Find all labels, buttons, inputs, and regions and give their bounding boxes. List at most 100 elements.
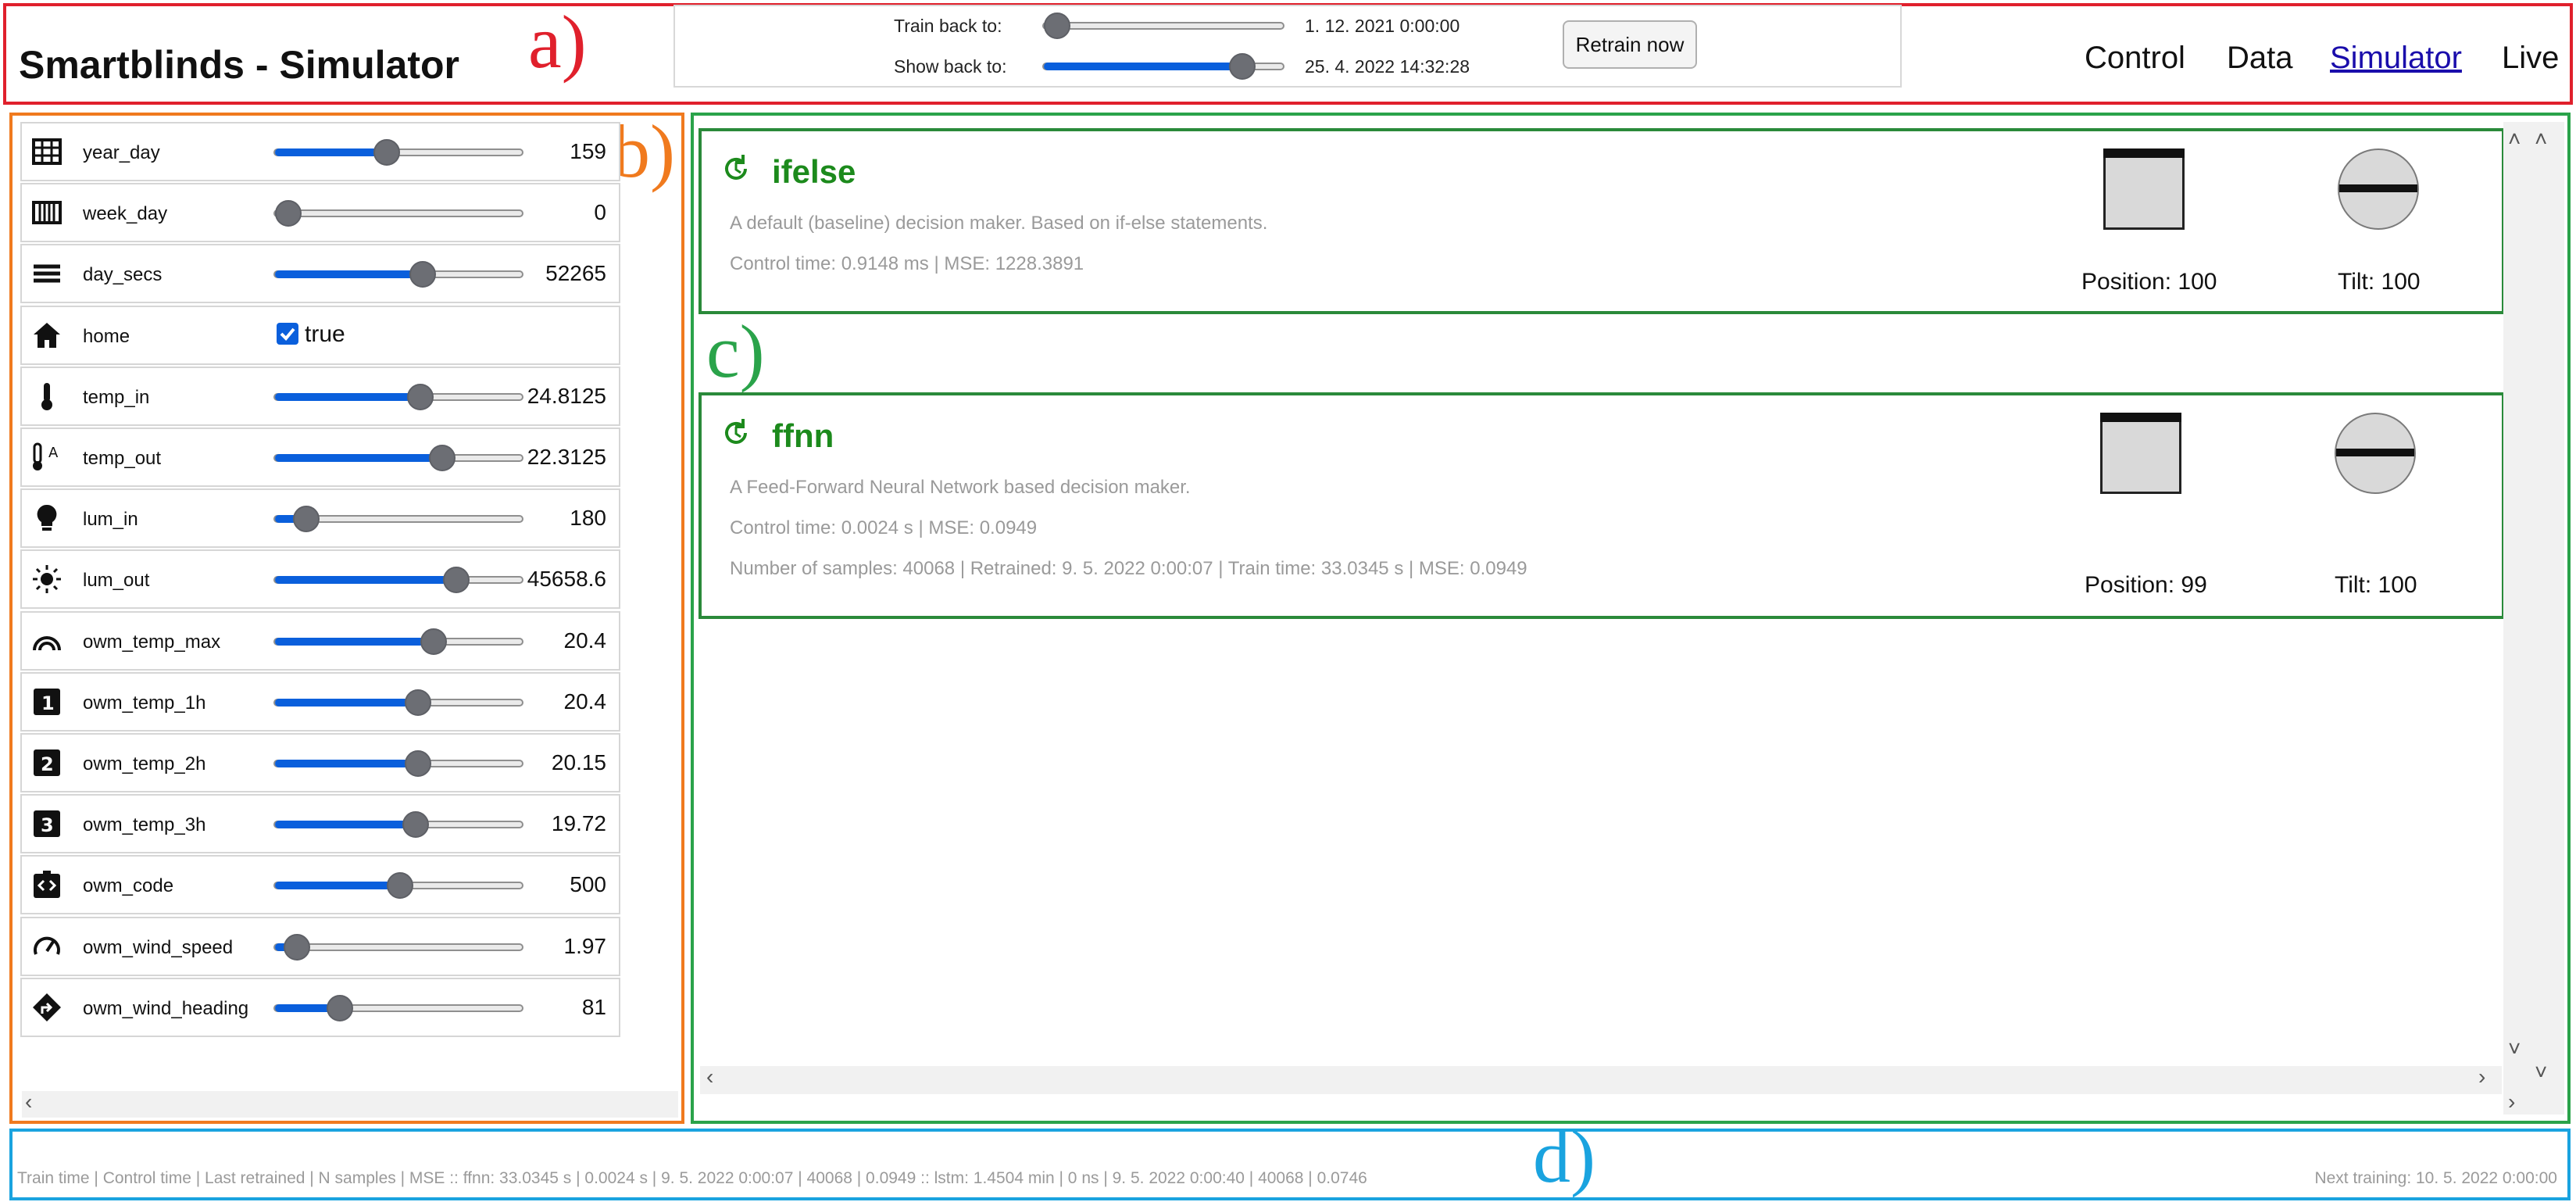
input-slider-thumb[interactable] (373, 139, 400, 166)
scroll-right-arrow-icon[interactable]: › (2508, 1089, 2515, 1114)
input-name: home (83, 326, 130, 347)
input-slider-fill (275, 576, 456, 584)
blind-position-bar (2103, 148, 2185, 158)
reload-icon[interactable] (719, 152, 753, 186)
input-slider-thumb[interactable] (284, 934, 311, 961)
input-slider-fill (275, 393, 420, 401)
annotation-b: b) (613, 109, 675, 193)
input-row-owm-wind-heading: owm_wind_heading 81 (20, 978, 620, 1037)
input-slider[interactable] (273, 261, 523, 288)
input-slider[interactable] (273, 628, 523, 655)
svg-text:2: 2 (41, 753, 54, 775)
input-row-owm-temp-max: owm_temp_max 20.4 (20, 611, 620, 671)
input-row-owm-temp-3h: 3 owm_temp_3h 19.72 (20, 794, 620, 853)
input-slider-fill (275, 882, 400, 889)
scroll-down-arrow-icon[interactable]: ˅ (2535, 1060, 2547, 1085)
scroll-right-arrow-icon[interactable]: › (2478, 1064, 2485, 1089)
input-slider-thumb[interactable] (404, 750, 431, 777)
input-value: 24.8125 (527, 384, 606, 408)
inputs-horizontal-scrollbar[interactable]: ‹ (22, 1089, 678, 1118)
input-slider-thumb[interactable] (429, 445, 456, 471)
input-slider[interactable] (273, 689, 523, 716)
scroll-up-arrow-icon[interactable]: ˄ (2535, 127, 2547, 152)
input-value: 45658.6 (527, 567, 606, 591)
train-back-slider[interactable] (1042, 13, 1284, 39)
input-value: 52265 (545, 261, 606, 285)
input-slider[interactable] (273, 139, 523, 166)
input-slider[interactable] (273, 567, 523, 593)
scroll-left-arrow-icon[interactable]: ‹ (706, 1064, 713, 1089)
input-value: 1.97 (563, 934, 607, 958)
input-slider[interactable] (273, 995, 523, 1021)
home-checkbox-label: true (305, 321, 345, 347)
scroll-up-arrow-icon[interactable]: ˄ (2508, 127, 2521, 152)
annotation-c: c) (706, 309, 765, 393)
input-slider-fill (275, 821, 416, 828)
input-slider-thumb[interactable] (387, 872, 413, 899)
thermometer-icon (30, 379, 64, 413)
input-slider[interactable] (273, 934, 523, 961)
input-slider[interactable] (273, 445, 523, 471)
input-row-owm-wind-speed: owm_wind_speed 1.97 (20, 917, 620, 976)
model-stats: Control time: 0.9148 ms | MSE: 1228.3891 (730, 253, 1084, 274)
arc-icon (30, 624, 64, 658)
number-1-icon: 1 (30, 685, 64, 719)
input-slider-thumb[interactable] (275, 200, 302, 227)
input-row-week-day: week_day 0 (20, 183, 620, 242)
input-row-owm-temp-2h: 2 owm_temp_2h 20.15 (20, 733, 620, 792)
annotation-d: d) (1533, 1114, 1595, 1198)
input-slider-fill (275, 638, 434, 646)
blind-tilt-bar (2339, 184, 2417, 192)
reload-icon[interactable] (719, 416, 753, 450)
input-row-lum-out: lum_out 45658.6 (20, 549, 620, 609)
input-slider-fill (275, 148, 387, 156)
time-control-panel: Train back to: 1. 12. 2021 0:00:00 Show … (673, 5, 1902, 88)
input-name: lum_in (83, 509, 138, 530)
nav-live[interactable]: Live (2502, 41, 2559, 76)
nav-data[interactable]: Data (2227, 41, 2293, 76)
blind-position-bar (2100, 413, 2181, 422)
input-name: temp_out (83, 448, 162, 469)
show-back-slider-thumb[interactable] (1229, 53, 1256, 80)
show-back-slider[interactable] (1042, 53, 1284, 80)
input-slider-thumb[interactable] (420, 628, 447, 655)
train-back-label: Train back to: (894, 16, 1002, 36)
input-slider[interactable] (273, 872, 523, 899)
nav-control[interactable]: Control (2085, 41, 2185, 76)
input-value: 500 (570, 872, 606, 896)
house-icon (30, 318, 64, 352)
scroll-left-arrow-icon[interactable]: ‹ (25, 1089, 32, 1114)
input-name: owm_wind_heading (83, 998, 249, 1019)
input-slider[interactable] (273, 384, 523, 410)
model-card-ffnn: ffnn A Feed-Forward Neural Network based… (698, 392, 2505, 619)
input-slider[interactable] (273, 506, 523, 532)
input-slider-thumb[interactable] (409, 261, 436, 288)
input-value: 22.3125 (527, 445, 606, 469)
input-row-home: home true (20, 306, 620, 365)
input-row-year-day: year_day 159 (20, 122, 620, 181)
input-slider-thumb[interactable] (292, 506, 320, 532)
input-slider-thumb[interactable] (406, 384, 434, 410)
show-back-label: Show back to: (894, 56, 1007, 77)
input-value: 19.72 (551, 811, 606, 835)
models-horizontal-scrollbar[interactable]: ‹ › (700, 1064, 2502, 1094)
tilt-label: Tilt: 100 (2335, 572, 2417, 598)
input-slider-thumb[interactable] (326, 995, 353, 1021)
input-slider-thumb[interactable] (404, 689, 431, 716)
input-value: 20.15 (551, 750, 606, 775)
input-slider-thumb[interactable] (402, 811, 430, 838)
input-slider[interactable] (273, 811, 523, 838)
input-slider-thumb[interactable] (442, 567, 470, 593)
models-vertical-scrollbar[interactable]: ˄ ˄ ˅ ˅ (2503, 122, 2564, 1114)
input-slider[interactable] (273, 750, 523, 777)
svg-text:3: 3 (41, 814, 54, 836)
input-name: owm_temp_max (83, 631, 221, 653)
train-back-slider-thumb[interactable] (1044, 13, 1070, 39)
nav-simulator[interactable]: Simulator (2330, 41, 2462, 76)
scroll-down-arrow-icon[interactable]: ˅ (2508, 1036, 2521, 1061)
input-slider[interactable] (273, 200, 523, 227)
retrain-now-button[interactable]: Retrain now (1563, 20, 1697, 69)
train-back-value: 1. 12. 2021 0:00:00 (1305, 16, 1460, 36)
position-label: Position: 100 (2081, 269, 2217, 295)
home-checkbox[interactable] (277, 323, 298, 345)
